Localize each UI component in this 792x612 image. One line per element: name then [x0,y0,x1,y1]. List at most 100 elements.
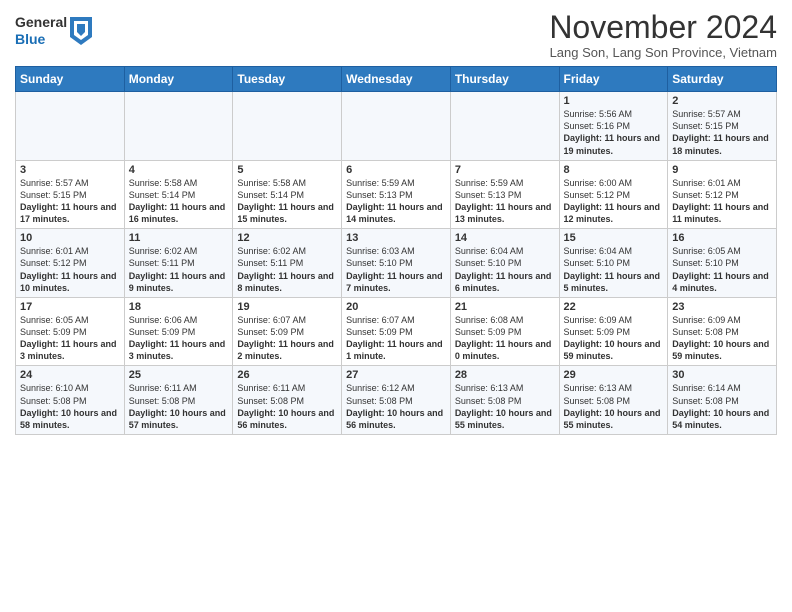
weekday-header-tuesday: Tuesday [233,67,342,92]
calendar-cell: 28Sunrise: 6:13 AMSunset: 5:08 PMDayligh… [450,366,559,435]
day-info: Sunrise: 6:02 AMSunset: 5:11 PMDaylight:… [237,245,337,294]
month-title: November 2024 [549,10,777,45]
calendar-cell: 9Sunrise: 6:01 AMSunset: 5:12 PMDaylight… [668,160,777,229]
calendar-cell: 25Sunrise: 6:11 AMSunset: 5:08 PMDayligh… [124,366,233,435]
location-subtitle: Lang Son, Lang Son Province, Vietnam [549,45,777,60]
calendar-cell: 11Sunrise: 6:02 AMSunset: 5:11 PMDayligh… [124,229,233,298]
weekday-header-monday: Monday [124,67,233,92]
day-number: 4 [129,164,229,176]
title-block: November 2024 Lang Son, Lang Son Provinc… [549,10,777,60]
day-info: Sunrise: 6:14 AMSunset: 5:08 PMDaylight:… [672,382,772,431]
calendar-cell: 10Sunrise: 6:01 AMSunset: 5:12 PMDayligh… [16,229,125,298]
calendar-cell: 29Sunrise: 6:13 AMSunset: 5:08 PMDayligh… [559,366,668,435]
day-number: 8 [564,164,664,176]
day-number: 23 [672,301,772,313]
calendar-week-1: 3Sunrise: 5:57 AMSunset: 5:15 PMDaylight… [16,160,777,229]
calendar-table: SundayMondayTuesdayWednesdayThursdayFrid… [15,66,777,435]
day-number: 3 [20,164,120,176]
day-info: Sunrise: 5:56 AMSunset: 5:16 PMDaylight:… [564,108,664,157]
day-info: Sunrise: 5:58 AMSunset: 5:14 PMDaylight:… [129,177,229,226]
logo-general: General [15,14,67,31]
day-info: Sunrise: 6:04 AMSunset: 5:10 PMDaylight:… [564,245,664,294]
logo-blue: Blue [15,31,67,48]
day-number: 20 [346,301,446,313]
day-info: Sunrise: 6:10 AMSunset: 5:08 PMDaylight:… [20,382,120,431]
day-number: 5 [237,164,337,176]
calendar-week-2: 10Sunrise: 6:01 AMSunset: 5:12 PMDayligh… [16,229,777,298]
day-info: Sunrise: 5:58 AMSunset: 5:14 PMDaylight:… [237,177,337,226]
day-info: Sunrise: 6:09 AMSunset: 5:08 PMDaylight:… [672,314,772,363]
calendar-body: 1Sunrise: 5:56 AMSunset: 5:16 PMDaylight… [16,92,777,435]
calendar-week-4: 24Sunrise: 6:10 AMSunset: 5:08 PMDayligh… [16,366,777,435]
logo-icon [70,17,92,45]
weekday-header-sunday: Sunday [16,67,125,92]
calendar-cell: 27Sunrise: 6:12 AMSunset: 5:08 PMDayligh… [342,366,451,435]
calendar-header: SundayMondayTuesdayWednesdayThursdayFrid… [16,67,777,92]
calendar-cell: 19Sunrise: 6:07 AMSunset: 5:09 PMDayligh… [233,297,342,366]
day-number: 27 [346,369,446,381]
calendar-cell: 22Sunrise: 6:09 AMSunset: 5:09 PMDayligh… [559,297,668,366]
day-info: Sunrise: 5:59 AMSunset: 5:13 PMDaylight:… [455,177,555,226]
calendar-cell: 13Sunrise: 6:03 AMSunset: 5:10 PMDayligh… [342,229,451,298]
calendar-cell: 24Sunrise: 6:10 AMSunset: 5:08 PMDayligh… [16,366,125,435]
day-info: Sunrise: 5:59 AMSunset: 5:13 PMDaylight:… [346,177,446,226]
calendar-cell: 3Sunrise: 5:57 AMSunset: 5:15 PMDaylight… [16,160,125,229]
weekday-header-saturday: Saturday [668,67,777,92]
day-number: 7 [455,164,555,176]
day-info: Sunrise: 5:57 AMSunset: 5:15 PMDaylight:… [672,108,772,157]
calendar-cell: 16Sunrise: 6:05 AMSunset: 5:10 PMDayligh… [668,229,777,298]
calendar-cell: 8Sunrise: 6:00 AMSunset: 5:12 PMDaylight… [559,160,668,229]
weekday-header-thursday: Thursday [450,67,559,92]
day-info: Sunrise: 6:04 AMSunset: 5:10 PMDaylight:… [455,245,555,294]
day-number: 12 [237,232,337,244]
day-info: Sunrise: 6:11 AMSunset: 5:08 PMDaylight:… [129,382,229,431]
day-number: 2 [672,95,772,107]
calendar-cell: 5Sunrise: 5:58 AMSunset: 5:14 PMDaylight… [233,160,342,229]
calendar-cell: 21Sunrise: 6:08 AMSunset: 5:09 PMDayligh… [450,297,559,366]
day-info: Sunrise: 6:13 AMSunset: 5:08 PMDaylight:… [455,382,555,431]
day-info: Sunrise: 6:12 AMSunset: 5:08 PMDaylight:… [346,382,446,431]
calendar-week-3: 17Sunrise: 6:05 AMSunset: 5:09 PMDayligh… [16,297,777,366]
weekday-header-wednesday: Wednesday [342,67,451,92]
day-number: 13 [346,232,446,244]
calendar-cell [233,92,342,161]
day-info: Sunrise: 6:09 AMSunset: 5:09 PMDaylight:… [564,314,664,363]
day-number: 26 [237,369,337,381]
day-info: Sunrise: 6:01 AMSunset: 5:12 PMDaylight:… [20,245,120,294]
calendar-cell [342,92,451,161]
calendar-cell: 26Sunrise: 6:11 AMSunset: 5:08 PMDayligh… [233,366,342,435]
day-info: Sunrise: 6:13 AMSunset: 5:08 PMDaylight:… [564,382,664,431]
calendar-cell: 15Sunrise: 6:04 AMSunset: 5:10 PMDayligh… [559,229,668,298]
day-number: 11 [129,232,229,244]
calendar-cell: 17Sunrise: 6:05 AMSunset: 5:09 PMDayligh… [16,297,125,366]
calendar-cell: 7Sunrise: 5:59 AMSunset: 5:13 PMDaylight… [450,160,559,229]
weekday-header-row: SundayMondayTuesdayWednesdayThursdayFrid… [16,67,777,92]
day-info: Sunrise: 6:11 AMSunset: 5:08 PMDaylight:… [237,382,337,431]
day-number: 14 [455,232,555,244]
day-number: 30 [672,369,772,381]
day-number: 9 [672,164,772,176]
day-number: 1 [564,95,664,107]
day-number: 19 [237,301,337,313]
weekday-header-friday: Friday [559,67,668,92]
day-number: 16 [672,232,772,244]
calendar-cell [16,92,125,161]
calendar-cell: 6Sunrise: 5:59 AMSunset: 5:13 PMDaylight… [342,160,451,229]
logo: General Blue [15,14,92,48]
calendar-cell: 1Sunrise: 5:56 AMSunset: 5:16 PMDaylight… [559,92,668,161]
day-info: Sunrise: 6:08 AMSunset: 5:09 PMDaylight:… [455,314,555,363]
day-number: 25 [129,369,229,381]
calendar-cell: 23Sunrise: 6:09 AMSunset: 5:08 PMDayligh… [668,297,777,366]
day-number: 22 [564,301,664,313]
day-number: 29 [564,369,664,381]
day-info: Sunrise: 6:03 AMSunset: 5:10 PMDaylight:… [346,245,446,294]
calendar-cell: 4Sunrise: 5:58 AMSunset: 5:14 PMDaylight… [124,160,233,229]
day-number: 6 [346,164,446,176]
calendar-cell: 30Sunrise: 6:14 AMSunset: 5:08 PMDayligh… [668,366,777,435]
day-info: Sunrise: 6:05 AMSunset: 5:10 PMDaylight:… [672,245,772,294]
day-info: Sunrise: 6:07 AMSunset: 5:09 PMDaylight:… [346,314,446,363]
page-header: General Blue November 2024 Lang Son, Lan… [15,10,777,60]
day-number: 10 [20,232,120,244]
day-info: Sunrise: 6:02 AMSunset: 5:11 PMDaylight:… [129,245,229,294]
day-number: 24 [20,369,120,381]
